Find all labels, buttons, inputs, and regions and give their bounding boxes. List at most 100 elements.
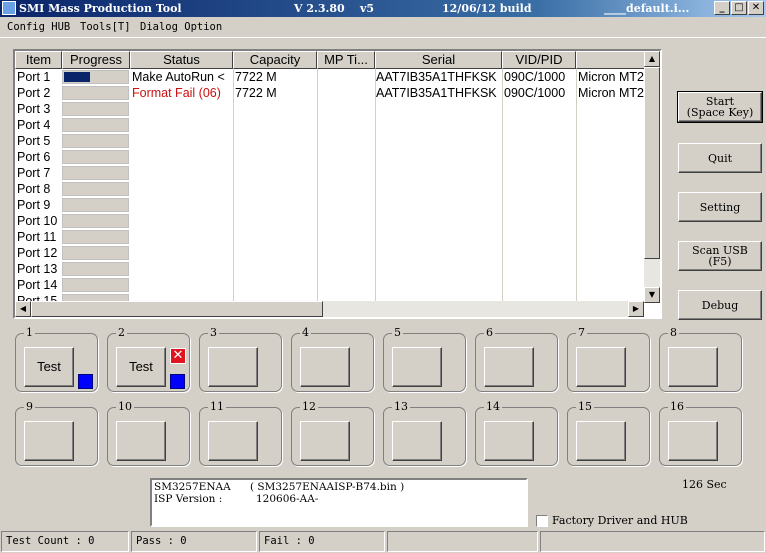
setting-button[interactable]: Setting	[678, 192, 762, 222]
app-icon	[2, 1, 16, 15]
cell-status	[132, 101, 232, 117]
port-16-button[interactable]	[668, 421, 718, 461]
progress-bar	[62, 182, 129, 196]
table-row[interactable]: Port 10	[15, 213, 647, 229]
column-header-capacity[interactable]: Capacity	[233, 51, 317, 69]
maximize-button[interactable]: □	[731, 1, 747, 15]
debug-button[interactable]: Debug	[678, 290, 762, 320]
port-12-button[interactable]	[300, 421, 350, 461]
status-bar: Test Count : 0 Pass : 0 Fail : 0	[0, 530, 766, 553]
menu-dialog-option[interactable]: Dialog Option	[140, 21, 222, 33]
cell-description	[578, 133, 646, 149]
cell-capacity	[235, 101, 315, 117]
cell-serial	[376, 197, 501, 213]
minimize-button[interactable]: _	[714, 1, 730, 15]
status-indicator-icon	[170, 374, 185, 389]
port-1-button[interactable]: Test	[24, 347, 74, 387]
port-3-button[interactable]	[208, 347, 258, 387]
window-title: SMI Mass Production Tool	[19, 2, 182, 15]
scroll-right-icon[interactable]: ▶	[628, 301, 644, 317]
column-header-mp-time[interactable]: MP Ti...	[317, 51, 375, 69]
cell-item: Port 5	[17, 134, 51, 148]
cell-item: Port 1	[17, 70, 51, 84]
cell-serial	[376, 149, 501, 165]
cell-description	[578, 213, 646, 229]
cell-serial	[376, 101, 501, 117]
cell-description	[578, 261, 646, 277]
setting-button-label: Setting	[699, 200, 741, 214]
cell-serial	[376, 165, 501, 181]
cell-status	[132, 213, 232, 229]
column-header-status[interactable]: Status	[130, 51, 233, 69]
port-11-button[interactable]	[208, 421, 258, 461]
cell-vid-pid	[504, 165, 576, 181]
cell-capacity	[235, 165, 315, 181]
isp-version-label: ISP Version :	[154, 493, 223, 505]
horizontal-scroll-thumb[interactable]	[31, 301, 323, 317]
factory-driver-label[interactable]: Factory Driver and HUB	[552, 514, 688, 527]
menu-config-hub[interactable]: Config HUB	[7, 21, 70, 33]
scroll-up-icon[interactable]: ▲	[644, 51, 660, 67]
table-row[interactable]: Port 1 Make AutoRun < 7722 M AAT7IB35A1THFK…	[15, 69, 647, 85]
port-7-button[interactable]	[576, 347, 626, 387]
table-row[interactable]: Port 14	[15, 277, 647, 293]
progress-bar	[62, 198, 129, 212]
port-15-button[interactable]	[576, 421, 626, 461]
port-4-button[interactable]	[300, 347, 350, 387]
menu-tools[interactable]: Tools[T]	[80, 21, 131, 33]
progress-bar	[62, 150, 129, 164]
build-label: 12/06/12 build	[442, 2, 532, 15]
cell-status	[132, 197, 232, 213]
scan-usb-button[interactable]: Scan USB (F5)	[678, 241, 762, 271]
table-row[interactable]: Port 11	[15, 229, 647, 245]
port-10-button[interactable]	[116, 421, 166, 461]
table-row[interactable]: Port 12	[15, 245, 647, 261]
cell-description	[578, 197, 646, 213]
port-number: 8	[668, 326, 679, 339]
quit-button[interactable]: Quit	[678, 143, 762, 173]
factory-driver-checkbox[interactable]	[536, 515, 548, 527]
table-row[interactable]: Port 7	[15, 165, 647, 181]
table-row[interactable]: Port 9	[15, 197, 647, 213]
table-row[interactable]: Port 5	[15, 133, 647, 149]
port-13-button[interactable]	[392, 421, 442, 461]
port-5-button[interactable]	[392, 347, 442, 387]
table-row[interactable]: Port 8	[15, 181, 647, 197]
table-row[interactable]: Port 4	[15, 117, 647, 133]
close-button[interactable]: ✕	[748, 1, 764, 15]
port-2-button[interactable]: Test	[116, 347, 166, 387]
column-header-vid-pid[interactable]: VID/PID	[502, 51, 576, 69]
port-list[interactable]: Item Progress Status Capacity MP Ti... S…	[13, 49, 662, 319]
scroll-left-icon[interactable]: ◀	[15, 301, 31, 317]
column-header-description[interactable]	[576, 51, 647, 69]
scroll-down-icon[interactable]: ▼	[644, 287, 660, 303]
table-row[interactable]: Port 3	[15, 101, 647, 117]
status-pane	[387, 531, 538, 552]
cell-item: Port 7	[17, 166, 51, 180]
port-9-button[interactable]	[24, 421, 74, 461]
table-row[interactable]: Port 6	[15, 149, 647, 165]
cell-serial	[376, 133, 501, 149]
cell-description: Micron MT2	[578, 70, 644, 84]
port-number: 16	[668, 400, 686, 413]
cell-vid-pid	[504, 133, 576, 149]
horizontal-scrollbar[interactable]: ◀ ▶	[15, 301, 644, 317]
start-button[interactable]: Start (Space Key)	[677, 91, 763, 123]
fail-icon: ✕	[170, 348, 186, 364]
port-number: 13	[392, 400, 410, 413]
port-14-button[interactable]	[484, 421, 534, 461]
elapsed-time: 126 Sec	[682, 478, 727, 491]
port-8-button[interactable]	[668, 347, 718, 387]
column-header-item[interactable]: Item	[15, 51, 62, 69]
cell-status	[132, 117, 232, 133]
table-row[interactable]: Port 2 Format Fail (06) 7722 M AAT7IB35A1TH…	[15, 85, 647, 101]
title-bar: SMI Mass Production Tool V 2.3.80 v5 12/…	[0, 0, 766, 17]
column-header-progress[interactable]: Progress	[62, 51, 130, 69]
cell-serial	[376, 261, 501, 277]
cell-status: Format Fail (06)	[132, 86, 221, 100]
column-header-serial[interactable]: Serial	[375, 51, 502, 69]
table-row[interactable]: Port 13	[15, 261, 647, 277]
port-6-button[interactable]	[484, 347, 534, 387]
vertical-scrollbar[interactable]: ▲ ▼	[644, 51, 660, 303]
vertical-scroll-thumb[interactable]	[644, 67, 660, 259]
